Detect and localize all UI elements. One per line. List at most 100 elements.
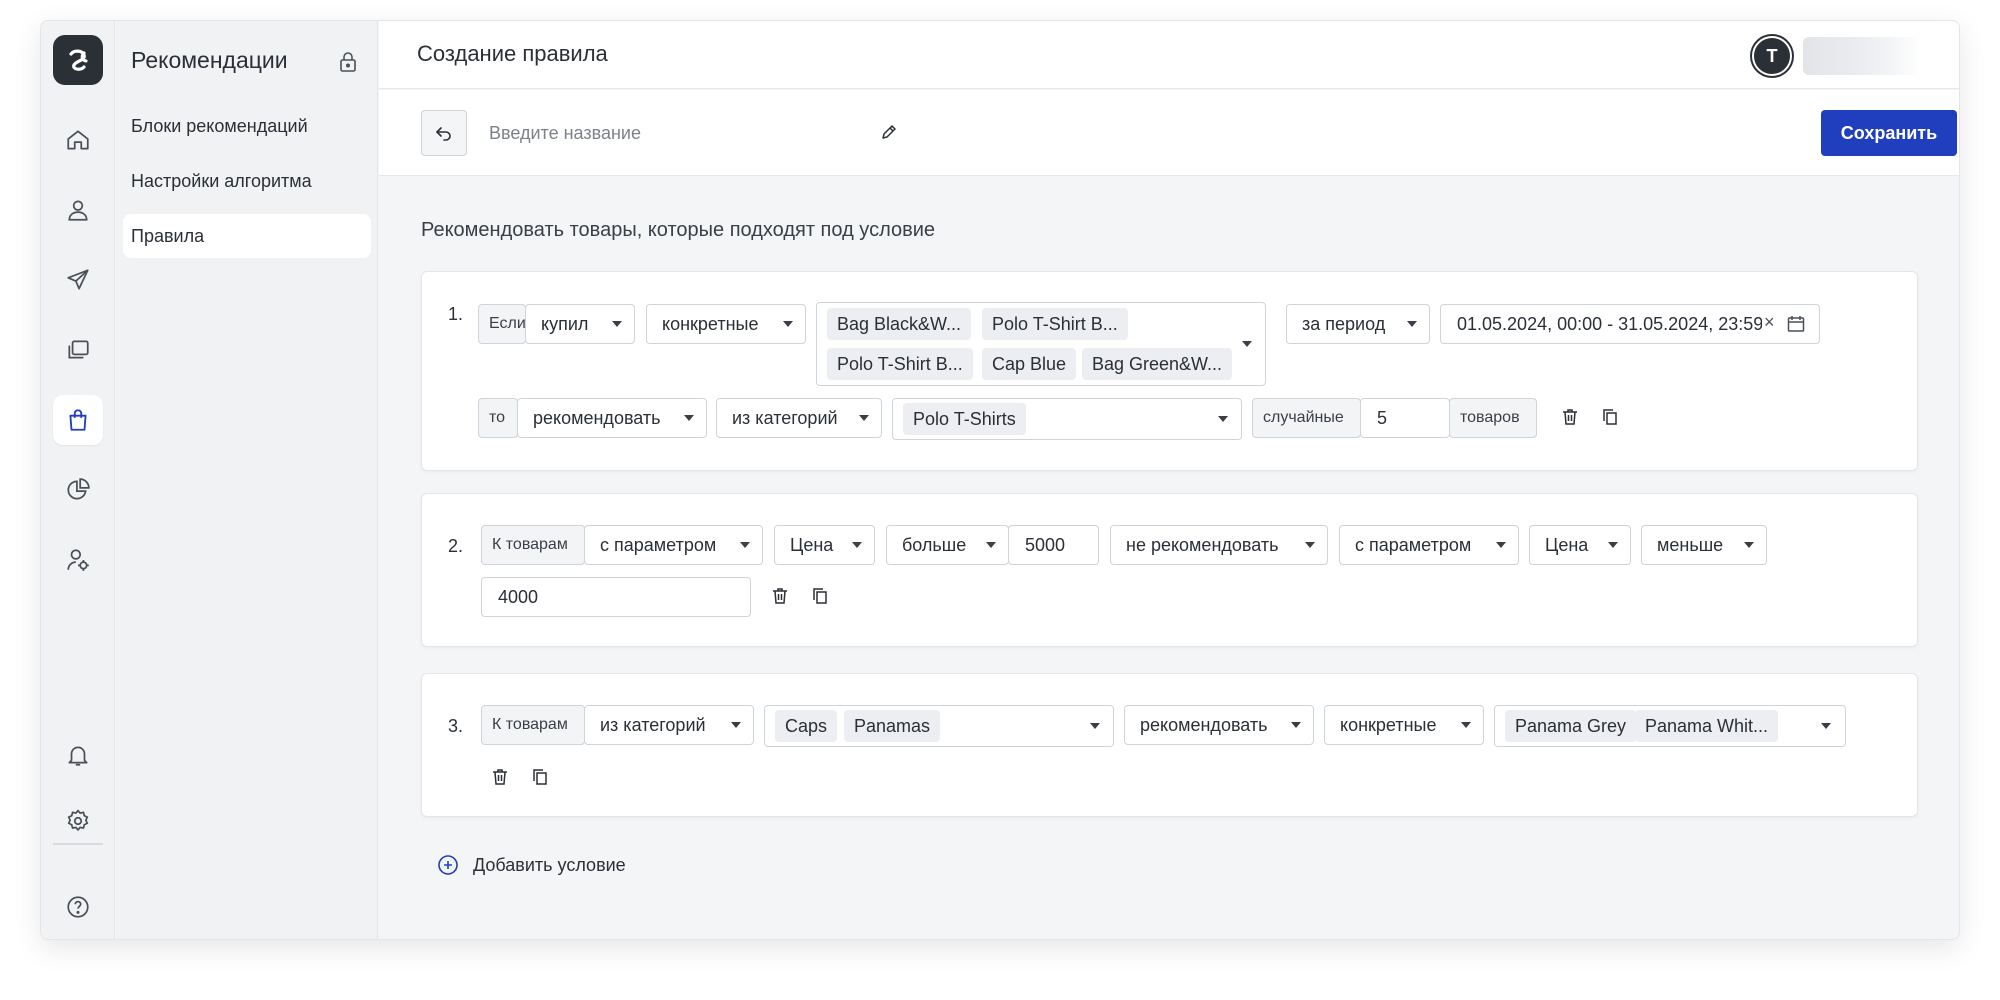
rule-name-input[interactable] [489,110,789,156]
products-multiselect[interactable]: Bag Black&W... Polo T-Shirt B... Polo T-… [816,302,1266,386]
chevron-down-icon [1242,341,1252,347]
products-multiselect[interactable]: Panama Grey Panama Whit... [1494,705,1846,747]
categories-multiselect[interactable]: Caps Panamas [764,705,1114,747]
help-icon[interactable] [53,882,103,932]
user-icon[interactable] [53,185,103,235]
page-header: Создание правила T [379,21,1959,89]
rule-number: 3. [448,716,464,736]
product-tag[interactable]: Panama Grey [1505,710,1637,742]
duplicate-icon[interactable] [808,584,832,608]
count-input[interactable]: 5 [1360,398,1450,438]
lock-icon[interactable] [338,51,358,78]
to-products-addon: К товарам [481,525,585,565]
avatar[interactable]: T [1752,36,1792,76]
to-products-addon: К товарам [481,705,585,745]
source-select[interactable]: из категорий [716,398,882,438]
field-select-2[interactable]: Цена [1529,525,1631,565]
recommend-select[interactable]: рекомендовать [1124,705,1314,745]
source-select[interactable]: из категорий [584,705,754,745]
category-tag[interactable]: Panamas [844,710,941,742]
product-tag[interactable]: Bag Green&W... [1082,348,1233,380]
if-addon: Если [478,304,526,344]
categories-multiselect[interactable]: Polo T-Shirts [892,398,1242,440]
logo-icon[interactable] [53,35,103,85]
category-tag[interactable]: Polo T-Shirts [903,403,1026,435]
rule-card-2: 2. К товарам с параметром Цена больше 50… [421,493,1918,647]
action-select[interactable]: купил [525,304,635,344]
user-name-blurred [1803,37,1923,75]
calendar-icon[interactable] [1786,314,1806,339]
sidebar-item-blocks[interactable]: Блоки рекомендаций [123,104,371,148]
rule-toolbar: Сохранить [379,90,1959,176]
param-select-1[interactable]: с параметром [584,525,763,565]
chevron-down-icon [1608,542,1618,548]
plus-circle-icon [438,855,458,875]
chevron-down-icon [612,321,622,327]
chevron-down-icon [1496,542,1506,548]
chevron-down-icon [859,415,869,421]
period-value: за период [1302,313,1386,334]
rule-card-3: 3. К товарам из категорий Caps Panamas р… [421,673,1918,817]
operator-value: меньше [1657,534,1724,555]
period-select[interactable]: за период [1286,304,1430,344]
category-tag[interactable]: Caps [775,710,838,742]
sidebar-item-algorithm[interactable]: Настройки алгоритма [123,159,371,203]
chevron-down-icon [684,415,694,421]
send-icon[interactable] [53,255,103,305]
date-range-value: 01.05.2024, 00:00 - 31.05.2024, 23:59 [1457,314,1762,334]
duplicate-icon[interactable] [1598,405,1622,429]
clear-icon[interactable]: × [1764,312,1775,333]
products-mode-value: конкретные [662,313,759,334]
operator-select-2[interactable]: меньше [1641,525,1767,565]
count-unit-addon: товаров [1449,398,1537,438]
chevron-down-icon [740,542,750,548]
rules-subtitle: Рекомендовать товары, которые подходят п… [421,219,936,241]
chevron-down-icon [1461,722,1471,728]
duplicate-icon[interactable] [528,765,552,789]
operator-select-1[interactable]: больше [886,525,1009,565]
add-condition-button[interactable]: Добавить условие [437,854,626,876]
field-select-1[interactable]: Цена [774,525,875,565]
shopping-bag-icon[interactable] [53,395,103,445]
products-mode-select[interactable]: конкретные [1324,705,1484,745]
rule-number: 1. [448,304,464,324]
pie-chart-icon[interactable] [53,465,103,515]
products-mode-select[interactable]: конкретные [646,304,806,344]
user-settings-icon[interactable] [53,535,103,585]
sidebar-item-rules[interactable]: Правила [123,214,371,258]
recommend-select[interactable]: не рекомендовать [1110,525,1328,565]
product-tag[interactable]: Polo T-Shirt B... [827,348,973,380]
then-addon: то [478,398,518,438]
field-value: Цена [790,534,834,555]
date-range-picker[interactable]: 01.05.2024, 00:00 - 31.05.2024, 23:59 × [1440,304,1820,344]
section-sidebar: Рекомендации Блоки рекомендаций Настройк… [116,21,378,939]
trash-icon[interactable] [1558,405,1582,429]
add-condition-label: Добавить условие [473,854,626,875]
source-value: из категорий [732,407,838,428]
back-button[interactable] [421,110,467,156]
product-tag[interactable]: Polo T-Shirt B... [982,308,1128,340]
product-tag[interactable]: Cap Blue [982,348,1077,380]
chevron-down-icon [1407,321,1417,327]
chevron-down-icon [1090,723,1100,729]
trash-icon[interactable] [488,765,512,789]
bell-icon[interactable] [53,730,103,780]
product-tag[interactable]: Bag Black&W... [827,308,972,340]
recommend-value: рекомендовать [533,407,661,428]
value-input-2[interactable]: 4000 [481,577,751,617]
trash-icon[interactable] [768,584,792,608]
chevron-down-icon [986,542,996,548]
product-tag[interactable]: Panama Whit... [1635,710,1779,742]
pencil-icon[interactable] [879,122,899,147]
chevron-down-icon [1218,416,1228,422]
param-select-2[interactable]: с параметром [1339,525,1519,565]
recommend-select[interactable]: рекомендовать [517,398,707,438]
save-button[interactable]: Сохранить [1821,110,1957,156]
recommend-value: рекомендовать [1140,714,1268,735]
gear-icon[interactable] [53,796,103,846]
param-value: с параметром [1355,534,1472,555]
chevron-down-icon [783,321,793,327]
value-input-1[interactable]: 5000 [1008,525,1099,565]
copy-windows-icon[interactable] [53,325,103,375]
home-icon[interactable] [53,115,103,165]
